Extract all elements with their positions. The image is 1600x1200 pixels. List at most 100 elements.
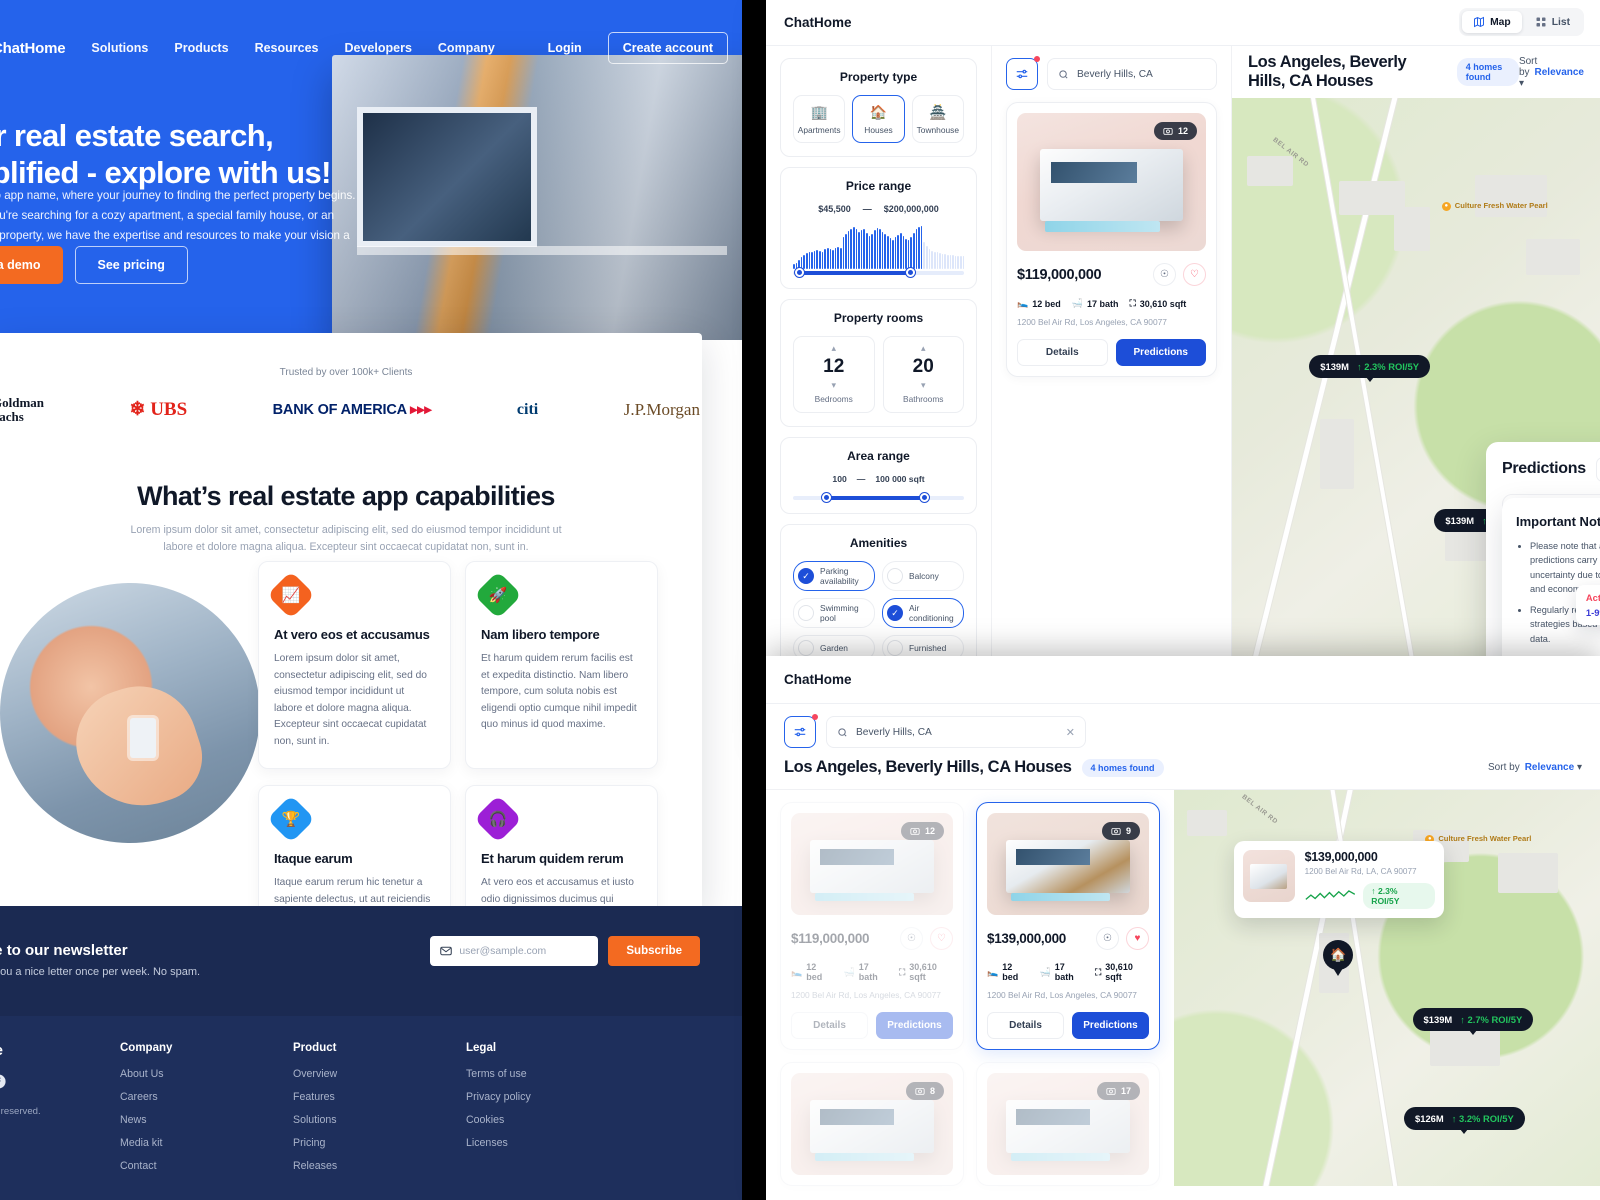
chevron-up-icon[interactable]: ▴ xyxy=(794,344,874,353)
footer-link[interactable]: Media kit xyxy=(120,1137,293,1149)
map-property-popup[interactable]: $139,000,000 1200 Bel Air Rd, LA, CA 900… xyxy=(1233,841,1444,919)
nav-item-developers[interactable]: Developers xyxy=(345,41,412,55)
poi-name: Culture Fresh Water Pearl xyxy=(1438,833,1532,843)
listing-card[interactable]: 12 $119,000,000 ☉ ♡ 🛌 12 bed 🛁 17 bath ⛶ 30… xyxy=(780,802,964,1050)
view-toggle: Map List xyxy=(1459,8,1584,36)
price-slider-knob-max[interactable] xyxy=(905,268,915,277)
listing-photo[interactable]: 8 xyxy=(791,1073,953,1175)
nav-item-company[interactable]: Company xyxy=(438,41,495,55)
nav-item-resources[interactable]: Resources xyxy=(255,41,319,55)
map-canvas[interactable]: BEL AIR RD ● Culture Fresh Water Pearl $… xyxy=(1174,790,1600,1186)
amenity-swimming-pool[interactable]: Swimming pool xyxy=(793,598,875,628)
search-input[interactable]: Beverly Hills, CA ✕ xyxy=(826,716,1086,748)
nav-item-products[interactable]: Products xyxy=(174,41,228,55)
photo-count-badge: 9 xyxy=(1101,822,1140,840)
street-view-icon[interactable]: ☉ xyxy=(900,927,923,950)
amenity-label: Air conditioning xyxy=(909,603,954,623)
chevron-down-icon[interactable]: ▾ xyxy=(884,381,964,390)
create-account-button[interactable]: Create account xyxy=(607,32,728,64)
checkbox-icon[interactable] xyxy=(887,605,903,621)
footer-link[interactable]: Releases xyxy=(293,1160,466,1172)
listing-sqft: ⛶ 30,610 sqft xyxy=(1129,298,1187,309)
price-slider-knob-min[interactable] xyxy=(794,268,804,277)
checkbox-icon[interactable] xyxy=(887,640,903,656)
street-view-icon[interactable]: ☉ xyxy=(1096,927,1119,950)
footer-link[interactable]: Features xyxy=(293,1091,466,1103)
area-slider-knob-max[interactable] xyxy=(919,493,929,502)
book-demo-button[interactable]: Book a demo xyxy=(0,246,63,284)
favorite-icon[interactable]: ♡ xyxy=(930,927,953,950)
footer-link[interactable]: Privacy policy xyxy=(466,1091,639,1103)
checkbox-icon[interactable] xyxy=(798,568,814,584)
footer-link[interactable]: Careers xyxy=(120,1091,293,1103)
property-type-houses[interactable]: 🏠 Houses xyxy=(852,95,905,143)
filters-toggle-button[interactable] xyxy=(1006,56,1040,90)
footer-link[interactable]: Terms of use xyxy=(466,1068,639,1080)
street-view-icon[interactable]: ☉ xyxy=(1153,263,1176,286)
checkbox-icon[interactable] xyxy=(887,568,903,584)
map-price-chip[interactable]: $139M ↑ 2.3% ROI/5Y xyxy=(1309,354,1430,382)
newsletter-email-input[interactable]: user@sample.com xyxy=(430,936,599,966)
map-price-chip[interactable]: $126M ↑ 3.2% ROI/5Y xyxy=(1404,1106,1525,1134)
photo-count-badge: 8 xyxy=(905,1082,944,1100)
predictions-button[interactable]: Predictions xyxy=(1115,339,1206,366)
listing-photo[interactable]: 9 xyxy=(987,813,1149,915)
price-slider[interactable] xyxy=(793,268,964,277)
area-slider[interactable] xyxy=(793,493,964,502)
listing-photo[interactable]: 12 xyxy=(791,813,953,915)
map-poi[interactable]: ● Culture Fresh Water Pearl xyxy=(1441,201,1548,211)
amenity-air-conditioning[interactable]: Air conditioning xyxy=(882,598,964,628)
details-button[interactable]: Details xyxy=(987,1012,1064,1039)
details-button[interactable]: Details xyxy=(791,1012,868,1039)
facebook-icon[interactable] xyxy=(0,1073,7,1090)
checkbox-icon[interactable] xyxy=(798,640,814,656)
property-type-townhouse[interactable]: 🏯 Townhouse xyxy=(911,95,964,143)
camera-icon xyxy=(1106,1088,1116,1095)
sort-by-control[interactable]: Sort by Relevance ▾ xyxy=(1488,762,1582,773)
listing-photo[interactable]: 12 xyxy=(1017,113,1206,251)
area-slider-knob-min[interactable] xyxy=(822,493,832,502)
footer-link[interactable]: News xyxy=(120,1114,293,1126)
listing-card[interactable]: 9 $139,000,000 ☉ ♥ 🛌 12 bed 🛁 17 bath ⛶ 30,… xyxy=(976,802,1160,1050)
clear-search-icon[interactable]: ✕ xyxy=(1066,726,1075,739)
tab-list[interactable]: List xyxy=(1524,11,1581,33)
login-link[interactable]: Login xyxy=(548,41,582,55)
capability-card[interactable]: 📈 At vero eos et accusamus Lorem ipsum d… xyxy=(258,561,451,770)
chevron-down-icon[interactable]: ▾ xyxy=(794,381,874,390)
amenity-parking-availability[interactable]: Parking availability xyxy=(793,561,875,591)
listing-card[interactable]: 8 xyxy=(780,1062,964,1186)
search-input[interactable]: Beverly Hills, CA xyxy=(1047,58,1217,90)
map-poi[interactable]: ● Culture Fresh Water Pearl xyxy=(1425,834,1531,844)
sort-by-control[interactable]: Sort by Relevance ▾ xyxy=(1519,56,1584,89)
footer-link[interactable]: Pricing xyxy=(293,1137,466,1149)
capability-card[interactable]: 🚀 Nam libero tempore Et harum quidem rer… xyxy=(465,561,658,770)
footer-link[interactable]: Cookies xyxy=(466,1114,639,1126)
histogram-bar xyxy=(847,231,850,269)
bathrooms-stepper[interactable]: ▴ 20 ▾ Bathrooms xyxy=(882,336,964,413)
footer-link[interactable]: Licenses xyxy=(466,1137,639,1149)
chevron-up-icon[interactable]: ▴ xyxy=(884,344,964,353)
predictions-button[interactable]: Predictions xyxy=(876,1012,953,1039)
subscribe-button[interactable]: Subscribe xyxy=(608,936,700,966)
amenity-balcony[interactable]: Balcony xyxy=(882,561,964,591)
details-button[interactable]: Details xyxy=(1017,339,1108,366)
listing-card[interactable]: 12 $119,000,000 ☉ ♡ 🛌 12 bed 🛁 17 bath ⛶ 30… xyxy=(1006,102,1217,377)
tab-map[interactable]: Map xyxy=(1462,11,1522,33)
footer-link[interactable]: Overview xyxy=(293,1068,466,1080)
favorite-icon[interactable]: ♡ xyxy=(1183,263,1206,286)
property-type-apartments[interactable]: 🏢 Apartments xyxy=(793,95,846,143)
listing-card[interactable]: 17 xyxy=(976,1062,1160,1186)
predictions-button[interactable]: Predictions xyxy=(1072,1012,1149,1039)
checkbox-icon[interactable] xyxy=(798,605,814,621)
send-button[interactable]: Send xyxy=(1595,456,1600,482)
see-pricing-button[interactable]: See pricing xyxy=(74,246,188,284)
footer-link[interactable]: Solutions xyxy=(293,1114,466,1126)
bedrooms-stepper[interactable]: ▴ 12 ▾ Bedrooms xyxy=(793,336,875,413)
footer-link[interactable]: About Us xyxy=(120,1068,293,1080)
map-price-chip[interactable]: $139M ↑ 2.7% ROI/5Y xyxy=(1412,1007,1534,1035)
nav-item-solutions[interactable]: Solutions xyxy=(91,41,148,55)
favorite-icon[interactable]: ♥ xyxy=(1126,927,1149,950)
listing-photo[interactable]: 17 xyxy=(987,1073,1149,1175)
filters-toggle-button[interactable] xyxy=(784,714,818,748)
footer-link[interactable]: Contact xyxy=(120,1160,293,1172)
